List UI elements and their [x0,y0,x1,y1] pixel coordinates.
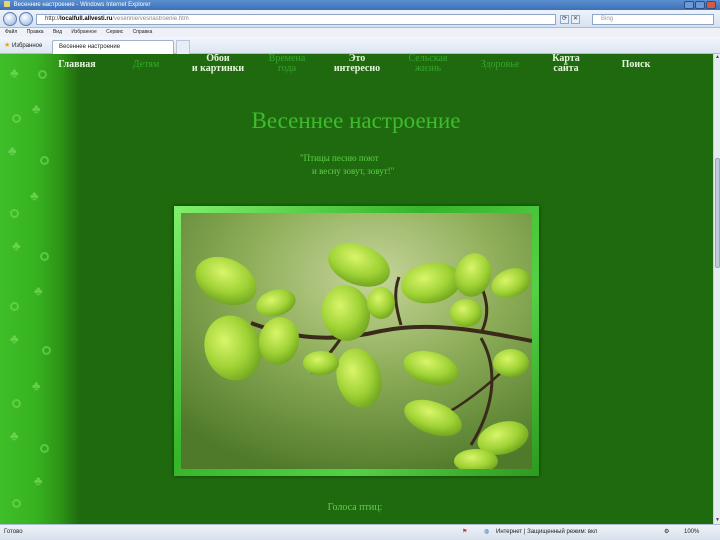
status-text: Готово [4,529,23,535]
vertical-scrollbar[interactable]: ▲ ▼ [713,54,720,524]
address-toolbar: http://localfull.allvesti.ru/vesennie/ve… [0,10,720,28]
new-tab-button[interactable] [176,40,190,54]
quote-line-1: "Птицы песню поют [300,153,379,163]
ie-icon [4,1,10,8]
ring-decoration [10,209,19,218]
tab-label: Весеннее настроение [59,44,121,50]
favorites-label: Избранное [11,43,43,49]
nav-interesting-line2: интересно [333,63,381,74]
favorites-bar: ★ Избранное Весеннее настроение [0,37,720,54]
stop-icon[interactable]: ✕ [571,15,580,24]
epigraph-quote: "Птицы песню поют и весну зовут, зовут!" [300,152,440,178]
menu-edit[interactable]: Правка [27,28,44,37]
search-input[interactable]: Bing [592,14,714,25]
menu-help[interactable]: Справка [133,28,153,37]
nav-sitemap[interactable]: Карта сайта [540,54,592,74]
forward-button[interactable] [19,12,33,26]
ring-decoration [10,302,19,311]
globe-icon: ◍ [484,529,490,535]
nav-kids-label: Детям [132,59,160,70]
protected-mode-icon[interactable]: ⚙ [664,525,669,540]
clover-icon: ♣ [34,473,43,488]
page-title: Весеннее настроение [251,108,461,133]
clover-icon: ♣ [8,143,17,158]
nav-interesting[interactable]: Это интересно [326,54,388,74]
ring-decoration [40,156,49,165]
window-title: Весенние настроение - Windows Internet E… [13,2,151,8]
nav-wallpapers-line2: и картинки [191,63,245,74]
favorites-button[interactable]: ★ Избранное [4,37,42,55]
clover-icon: ♣ [32,378,41,393]
nav-home[interactable]: Главная [52,60,102,70]
ring-decoration [12,114,21,123]
status-bar: Готово ⚑ ◍ Интернет | Защищенный режим: … [0,524,720,540]
browser-tab-active[interactable]: Весеннее настроение [52,40,174,54]
nav-sitemap-line2: сайта [553,63,579,74]
clover-icon: ♣ [12,238,21,253]
minimize-button[interactable] [684,1,694,9]
nav-seasons-line2: года [277,63,297,74]
scrollbar-thumb[interactable] [715,158,720,268]
nav-search[interactable]: Поиск [608,60,664,70]
nav-rural-life-line2: жизнь [414,63,442,74]
nav-seasons[interactable]: Времена года [258,54,316,74]
ring-decoration [38,70,47,79]
ring-decoration [40,252,49,261]
star-icon: ★ [4,42,11,49]
refresh-icon[interactable]: ⟳ [560,15,569,24]
menu-bar: Файл Правка Вид Избранное Сервис Справка [0,28,720,37]
scroll-up-icon[interactable]: ▲ [714,54,720,61]
menu-favorites[interactable]: Избранное [71,28,96,37]
scroll-down-icon[interactable]: ▼ [714,517,720,524]
search-placeholder: Bing [601,16,614,22]
nav-search-label: Поиск [621,59,651,70]
close-button[interactable] [706,1,716,9]
zoom-level[interactable]: 100% [684,525,699,540]
clover-icon: ♣ [10,331,19,346]
clover-border-decoration: ♣ ♣ ♣ ♣ ♣ ♣ ♣ ♣ ♣ ♣ [0,54,80,524]
nav-health[interactable]: Здоровье [470,60,530,70]
nav-health-label: Здоровье [480,59,520,70]
nav-kids[interactable]: Детям [120,60,172,70]
clover-icon: ♣ [32,101,41,116]
nav-wallpapers[interactable]: Обои и картинки [186,54,250,74]
url-prefix: http:// [45,16,61,22]
ring-decoration [42,346,51,355]
quote-line-2: и весну зовут, зовут!" [312,166,395,176]
ring-decoration [40,444,49,453]
address-input[interactable]: http://localfull.allvesti.ru/vesennie/ve… [36,14,556,25]
clover-icon: ♣ [10,65,19,80]
security-icon[interactable]: ⚑ [462,525,467,540]
web-page: ♣ ♣ ♣ ♣ ♣ ♣ ♣ ♣ ♣ ♣ Главная Детям Обои и… [0,54,713,524]
clover-icon: ♣ [10,428,19,443]
spring-leaves-photo [181,213,532,469]
menu-view[interactable]: Вид [53,28,62,37]
bird-voices-heading: Голоса птиц: [327,502,383,513]
ring-decoration [12,399,21,408]
url-host: localfull.allvesti.ru [60,16,113,22]
security-zone: Интернет | Защищенный режим: вкл [496,529,598,535]
back-button[interactable] [3,12,17,26]
spring-photo-frame [174,206,539,476]
clover-icon: ♣ [34,283,43,298]
menu-tools[interactable]: Сервис [106,28,123,37]
maximize-button[interactable] [695,1,705,9]
nav-home-label: Главная [58,59,96,70]
clover-icon: ♣ [30,188,39,203]
url-path: /vesennie/vesnastroenie.htm [112,16,189,22]
window-titlebar: Весенние настроение - Windows Internet E… [0,0,720,10]
menu-file[interactable]: Файл [5,28,17,37]
nav-rural-life[interactable]: Сельская жизнь [398,54,458,74]
ring-decoration [12,499,21,508]
